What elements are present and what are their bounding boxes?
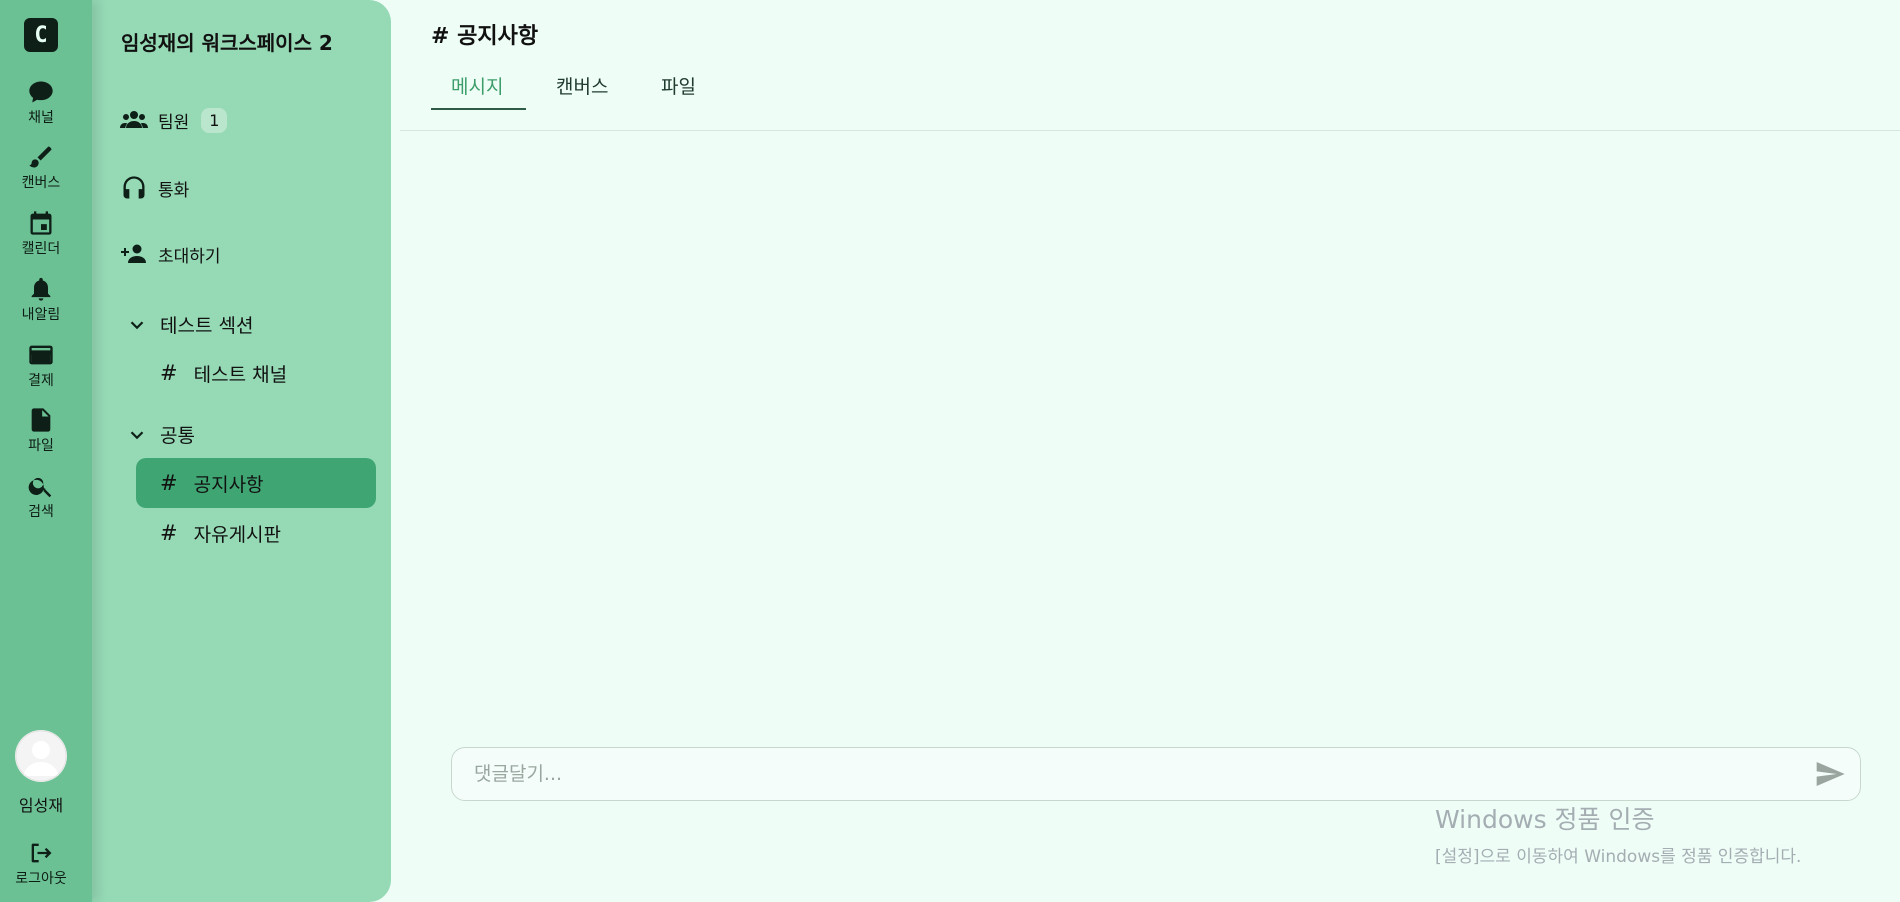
channel-title: # 공지사항: [431, 24, 539, 49]
chevron-down-icon: [130, 320, 144, 329]
rail-label: 검색: [28, 504, 54, 520]
hash-icon: #: [160, 471, 178, 495]
headset-icon: [123, 176, 145, 199]
rail-item-search[interactable]: 검색: [0, 472, 82, 521]
members-item[interactable]: 팀원 1: [120, 106, 228, 134]
channel-item-active[interactable]: # 공지사항: [136, 458, 376, 508]
workspace-title[interactable]: 임성재의 워크스페이스 2: [121, 27, 333, 56]
brush-icon: [29, 146, 52, 168]
rail-label: 캔버스: [21, 175, 61, 191]
call-label: 통화: [158, 180, 190, 201]
app-logo[interactable]: C: [24, 18, 58, 52]
rail-item-payment[interactable]: 결제: [0, 341, 82, 390]
group-icon: [120, 111, 148, 128]
rail-item-calendar[interactable]: 캘린더: [0, 209, 82, 258]
bell-icon: [31, 277, 51, 301]
call-item[interactable]: 통화: [120, 174, 189, 202]
header-divider: [400, 130, 1900, 131]
members-count-badge: 1: [201, 107, 228, 133]
rail-item-notifications[interactable]: 내알림: [0, 275, 82, 324]
hash-icon: #: [160, 361, 178, 385]
icon-rail: C 채널 캔버스 캘린더 내알림 결제 파일 검색 임성재 로그아웃: [0, 0, 92, 902]
invite-item[interactable]: 초대하기: [120, 240, 221, 268]
avatar[interactable]: [15, 730, 67, 782]
send-icon[interactable]: [1814, 758, 1846, 790]
rail-label: 내알림: [21, 307, 61, 323]
invite-label: 초대하기: [158, 246, 221, 267]
channel-label: 공지사항: [193, 473, 264, 496]
calendar-icon: [30, 211, 52, 235]
user-name: 임성재: [18, 796, 64, 815]
credit-card-icon: [29, 345, 53, 365]
section-test[interactable]: 테스트 섹션: [126, 311, 253, 338]
channel-item[interactable]: # 테스트 채널: [136, 348, 376, 398]
tab-canvas[interactable]: 캔버스: [556, 72, 608, 99]
channel-label: 자유게시판: [193, 523, 282, 546]
rail-item-channel[interactable]: 채널: [0, 78, 82, 127]
windows-activation-watermark: Windows 정품 인증 [설정]으로 이동하여 Windows를 정품 인증…: [1435, 800, 1801, 867]
chat-icon: [29, 81, 53, 103]
user-icon: [15, 730, 67, 782]
rail-label: 채널: [28, 110, 54, 126]
watermark-subtitle: [설정]으로 이동하여 Windows를 정품 인증합니다.: [1435, 847, 1802, 867]
logout-label: 로그아웃: [15, 871, 67, 887]
channel-item[interactable]: # 자유게시판: [136, 508, 376, 558]
channel-label: 테스트 채널: [193, 363, 288, 386]
rail-item-files[interactable]: 파일: [0, 406, 82, 455]
rail-label: 캘린더: [21, 241, 61, 257]
file-icon: [31, 408, 51, 432]
watermark-title: Windows 정품 인증: [1435, 805, 1655, 834]
section-label: 공통: [160, 425, 195, 447]
tab-files[interactable]: 파일: [661, 72, 696, 99]
logout-icon: [31, 843, 52, 863]
rail-label: 결제: [28, 373, 54, 389]
section-label: 테스트 섹션: [160, 315, 254, 337]
logout-button[interactable]: 로그아웃: [0, 839, 82, 888]
chevron-down-icon: [130, 430, 144, 439]
add-person-icon: [121, 244, 146, 263]
members-label: 팀원: [158, 112, 190, 133]
comment-composer: [451, 747, 1861, 801]
rail-label: 파일: [28, 438, 54, 454]
workspace-sidebar: 임성재의 워크스페이스 2 팀원 1 통화 초대하기 테스트 섹션 # 테스트 …: [92, 0, 391, 902]
rail-item-canvas[interactable]: 캔버스: [0, 143, 82, 192]
active-tab-indicator: [431, 108, 526, 110]
comment-input[interactable]: [472, 762, 1814, 786]
tab-messages[interactable]: 메시지: [451, 72, 503, 99]
section-common[interactable]: 공통: [126, 421, 195, 448]
search-icon: [28, 477, 52, 498]
hash-icon: #: [160, 521, 178, 545]
